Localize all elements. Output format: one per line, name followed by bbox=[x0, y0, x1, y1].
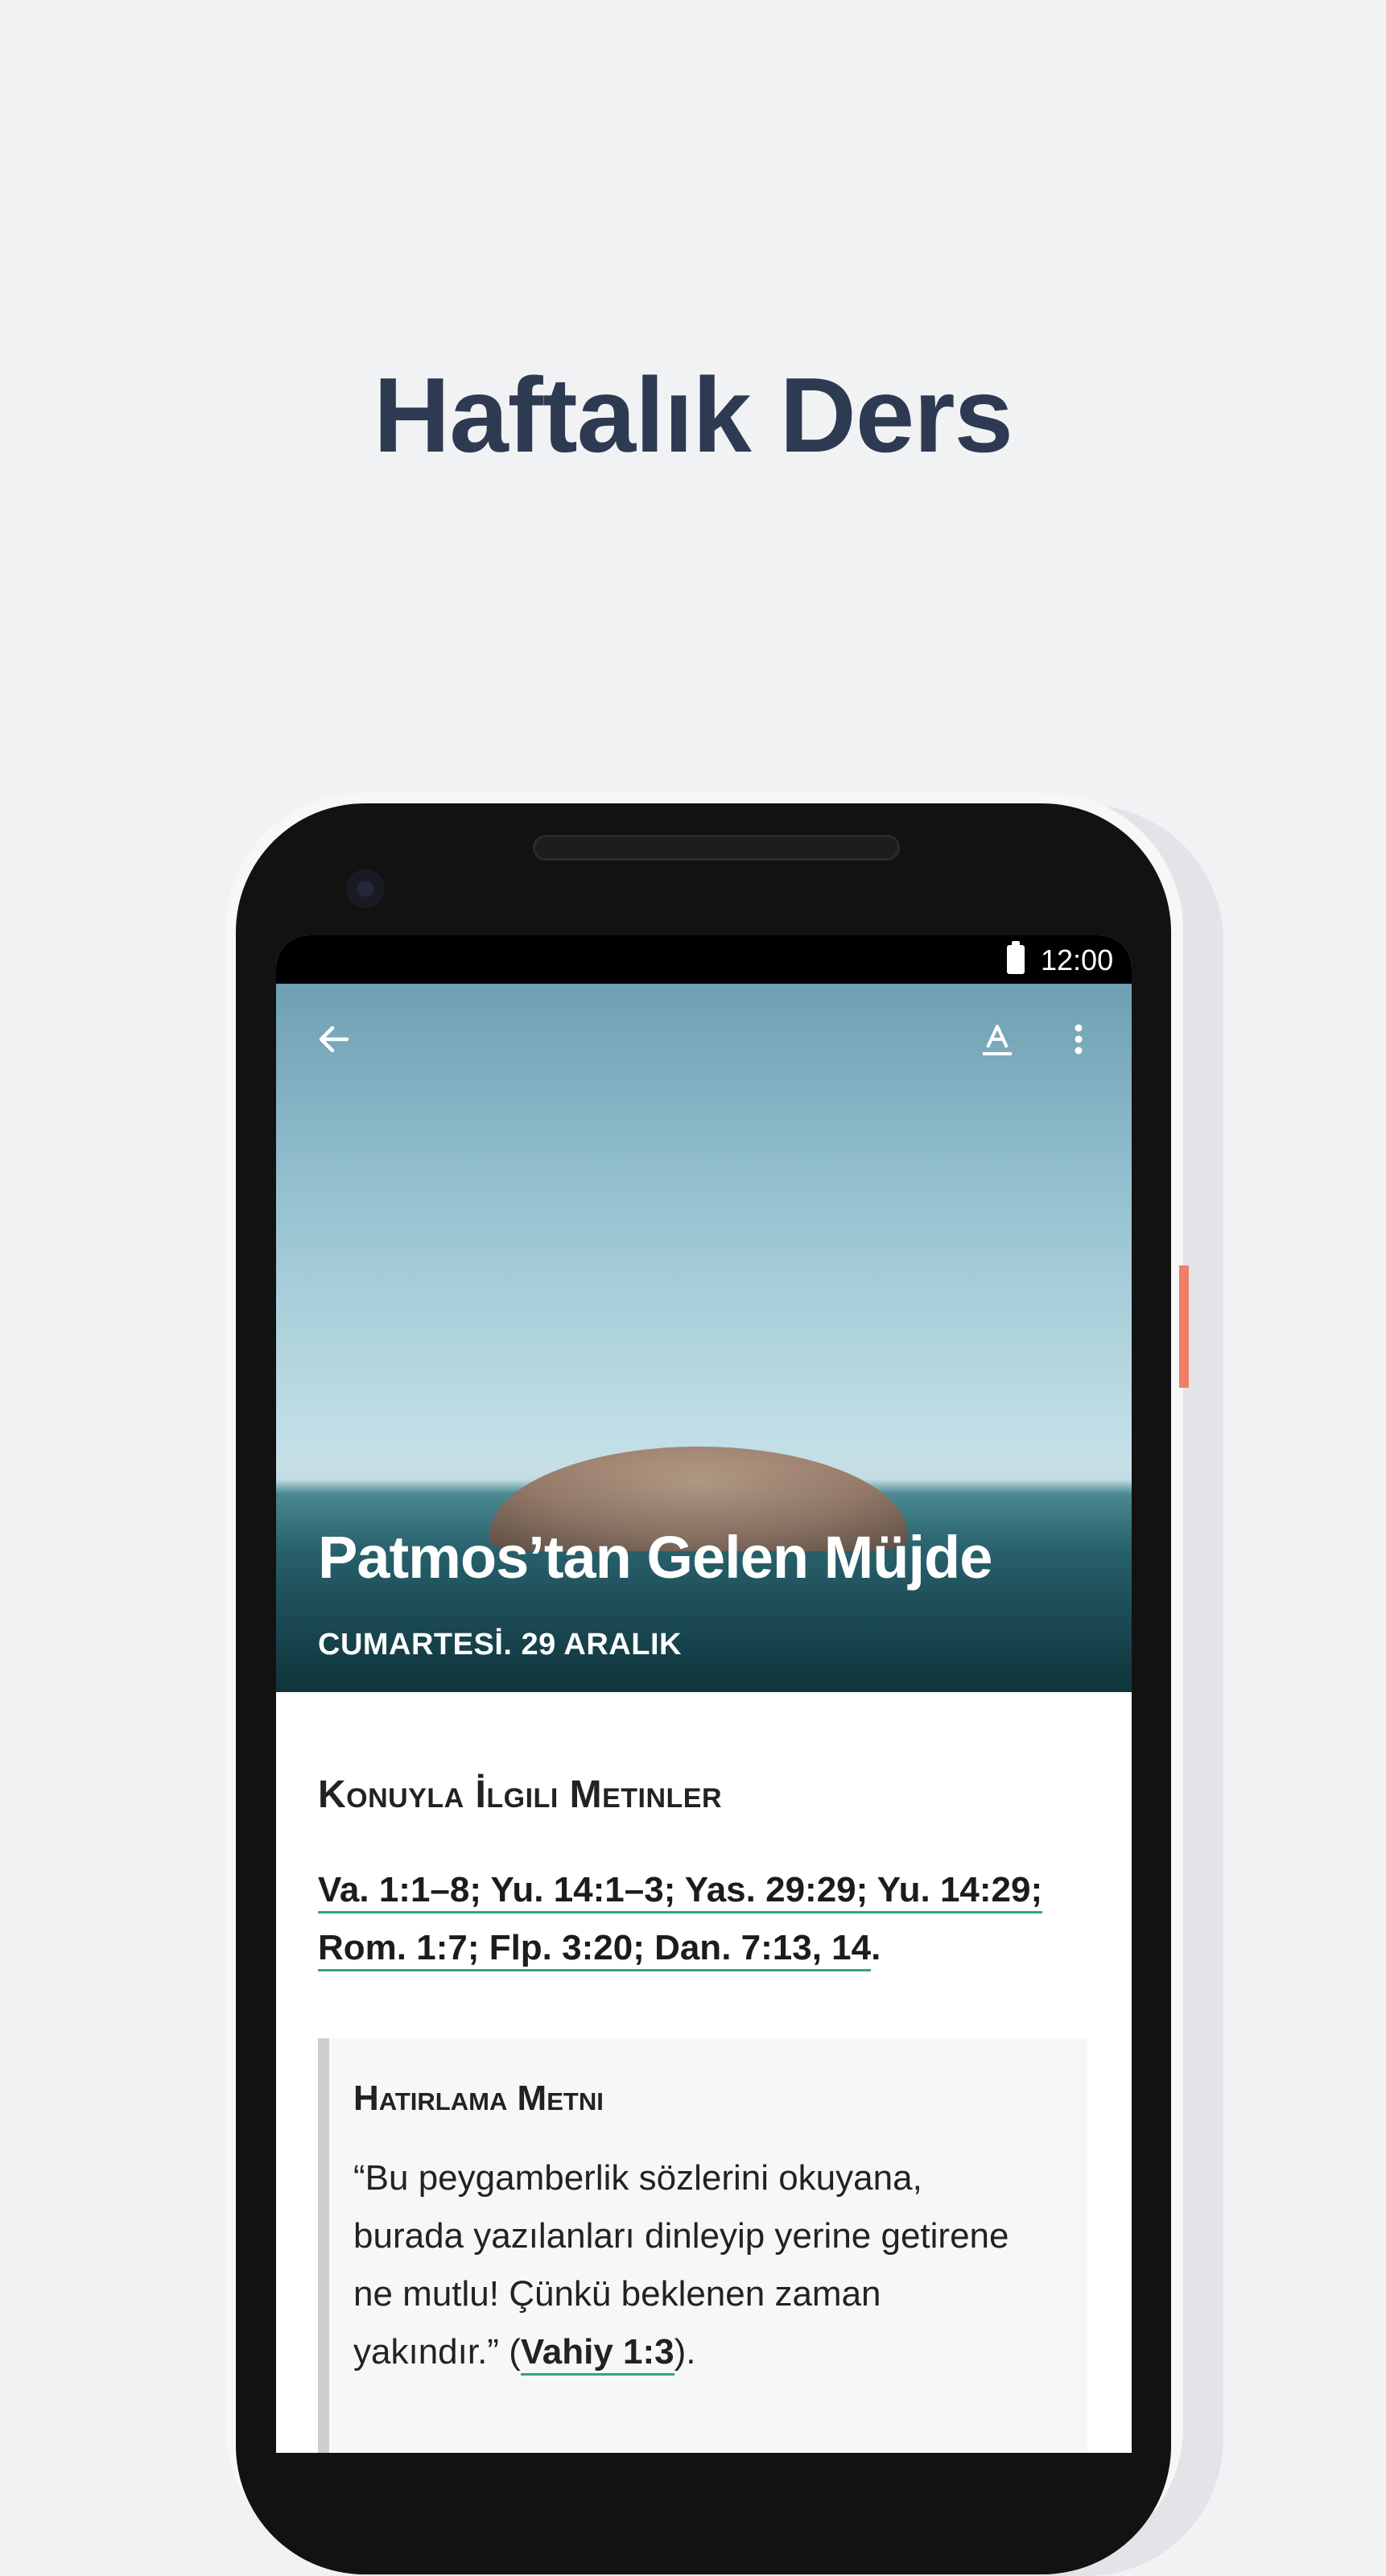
related-texts-title: Konuyla İlgili Metinler bbox=[318, 1773, 723, 1816]
headline: Haftalık Ders bbox=[373, 356, 1013, 474]
more-vert-icon[interactable] bbox=[1069, 1020, 1088, 1059]
memory-line: burada yazılanları dinleyip yerine getir… bbox=[353, 2216, 1009, 2256]
lesson-date: CUMARTESİ. 29 ARALIK bbox=[318, 1628, 682, 1662]
lesson-content: Konuyla İlgili Metinler Va. 1:1–8; Yu. 1… bbox=[318, 1773, 1091, 1977]
lesson-title: Patmos’tan Gelen Müjde bbox=[318, 1524, 992, 1591]
memory-text-title: Hatırlama Metni bbox=[353, 2079, 604, 2118]
memory-line: “Bu peygamberlik sözlerini okuyana, bbox=[353, 2158, 922, 2198]
reference-period: . bbox=[871, 1928, 881, 1967]
related-texts-references: Va. 1:1–8; Yu. 14:1–3; Yas. 29:29; Yu. 1… bbox=[318, 1861, 1091, 1977]
power-button bbox=[1179, 1265, 1189, 1388]
battery-icon bbox=[1007, 941, 1025, 974]
memory-line: yakındır.” ( bbox=[353, 2332, 521, 2372]
memory-text-box: Hatırlama Metni “Bu peygamberlik sözleri… bbox=[318, 2038, 1087, 2453]
text-format-icon[interactable] bbox=[978, 1020, 1017, 1059]
memory-text-body: “Bu peygamberlik sözlerini okuyana, bura… bbox=[353, 2149, 1063, 2381]
front-camera bbox=[346, 869, 385, 908]
memory-reference-link[interactable]: Vahiy 1:3 bbox=[520, 2332, 674, 2376]
memory-line-end: ). bbox=[674, 2332, 696, 2372]
lesson-hero-image: Patmos’tan Gelen Müjde CUMARTESİ. 29 ARA… bbox=[276, 984, 1132, 1692]
memory-line: ne mutlu! Çünkü beklenen zaman bbox=[353, 2274, 881, 2314]
status-bar: 12:00 bbox=[276, 935, 1132, 984]
reference-link[interactable]: Rom. 1:7; Flp. 3:20; Dan. 7:13, 14 bbox=[318, 1928, 872, 1971]
status-time: 12:00 bbox=[1041, 943, 1114, 976]
reference-link[interactable]: Va. 1:1–8; Yu. 14:1–3; Yas. 29:29; Yu. 1… bbox=[318, 1870, 1043, 1913]
phone-screen: 12:00 Patmos’tan Gelen Müjde CUMARTESİ. … bbox=[276, 935, 1132, 2453]
phone-speaker bbox=[533, 835, 900, 861]
arrow-left-icon[interactable] bbox=[315, 1020, 353, 1059]
